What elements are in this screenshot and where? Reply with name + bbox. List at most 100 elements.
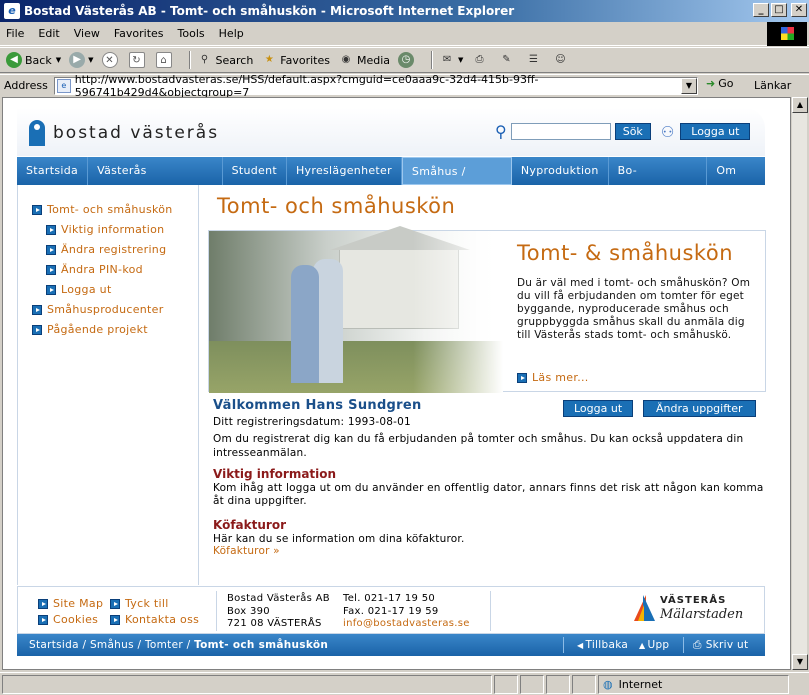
status-text: [2, 674, 492, 694]
sidebar-item-viktig-information[interactable]: Viktig information: [46, 223, 164, 236]
toolbar-separator: [188, 51, 191, 69]
browser-viewport: bostad västerås ⚲ Sök ⚇ Logga ut Startsi…: [2, 97, 791, 670]
breadcrumb[interactable]: Startsida / Småhus / Tomter / Tomt- och …: [29, 639, 328, 651]
nav-student[interactable]: Student: [223, 157, 287, 185]
history-icon: ◷: [398, 52, 415, 68]
footer-cookies-link[interactable]: Cookies: [38, 613, 98, 626]
scroll-up-icon[interactable]: ▲: [792, 97, 808, 113]
forward-button[interactable]: ▶ ▼: [69, 52, 94, 68]
zone-label: Internet: [618, 677, 663, 691]
invoice-link[interactable]: Köfakturor »: [213, 545, 280, 557]
sidebar-item-pagaende-projekt[interactable]: Pågående projekt: [32, 323, 148, 336]
favorites-button[interactable]: ★ Favorites: [261, 52, 330, 68]
search-icon: ⚲: [200, 54, 209, 65]
nav-om-oss[interactable]: Om oss: [707, 157, 765, 205]
footer-contact-link[interactable]: Kontakta oss: [110, 613, 199, 626]
logout-button[interactable]: Logga ut: [563, 400, 634, 417]
sidebar-item-smahusproducenter[interactable]: Småhusproducenter: [32, 303, 164, 316]
address-input[interactable]: e http://www.bostadvasteras.se/HSS/defau…: [54, 73, 698, 99]
nav-vasteras-malarstaden[interactable]: Västerås Mälarstaden: [88, 157, 223, 205]
breadcrumb-bar: Startsida / Småhus / Tomter / Tomt- och …: [17, 634, 765, 656]
scroll-down-icon[interactable]: ▼: [792, 654, 808, 670]
print-link[interactable]: ⎙ Skriv ut: [693, 634, 748, 656]
footer-site-map-link[interactable]: Site Map: [38, 597, 103, 610]
menu-edit[interactable]: Edit: [38, 27, 59, 40]
main-navigation: Startsida Västerås Mälarstaden Student H…: [17, 157, 765, 206]
back-link[interactable]: ◀ Tillbaka: [577, 634, 628, 656]
people-icon[interactable]: ⚇: [661, 123, 674, 141]
registration-text: Om du registrerat dig kan du få erbjudan…: [213, 433, 744, 459]
stop-button[interactable]: ✕: [101, 52, 121, 68]
nav-startsida[interactable]: Startsida: [17, 157, 89, 185]
person-shape: [291, 265, 319, 383]
history-button[interactable]: ◷: [398, 52, 417, 68]
sidebar-item-andra-pin-kod[interactable]: Ändra PIN-kod: [46, 263, 143, 276]
media-button[interactable]: ◉ Media: [338, 52, 390, 68]
discuss-button[interactable]: ☰: [525, 52, 544, 68]
maximize-button[interactable]: □: [771, 3, 787, 17]
back-button[interactable]: ◀ Back ▼: [6, 52, 61, 68]
status-cell: [546, 674, 570, 694]
nav-smahus-tomter[interactable]: Småhus / Tomter: [401, 157, 512, 206]
footer-email-link[interactable]: info@bostadvasteras.se: [343, 618, 470, 631]
breadcrumb-path[interactable]: Startsida / Småhus / Tomter /: [29, 639, 194, 651]
welcome-heading: Välkommen Hans Sundgren: [213, 398, 422, 413]
refresh-button[interactable]: ↻: [128, 52, 148, 68]
minimize-button[interactable]: _: [753, 3, 769, 17]
address-dropdown-icon[interactable]: ▼: [681, 78, 697, 94]
address-bar: Address e http://www.bostadvasteras.se/H…: [0, 73, 809, 99]
status-bar: ◍ Internet: [0, 672, 809, 695]
forward-dropdown-icon[interactable]: ▼: [88, 56, 93, 64]
links-toolbar[interactable]: Länkar: [754, 79, 791, 92]
messenger-button[interactable]: ☺: [552, 52, 571, 68]
back-dropdown-icon[interactable]: ▼: [56, 56, 61, 64]
sidebar-item-tomt-och-smahuskon[interactable]: Tomt- och småhuskön: [32, 203, 173, 216]
footer-contact: Tel. 021-17 19 50 Fax. 021-17 19 59 info…: [343, 593, 470, 631]
bullet-arrow-icon: [110, 614, 120, 625]
edit-button[interactable]: ✎: [498, 52, 517, 68]
home-button[interactable]: ⌂: [155, 52, 175, 68]
magnifier-icon: ⚲: [495, 122, 507, 141]
nav-bo-information[interactable]: Bo-information: [609, 157, 708, 205]
header-logout-button[interactable]: Logga ut: [680, 123, 751, 140]
status-cell: [494, 674, 518, 694]
home-icon: ⌂: [155, 52, 172, 68]
vertical-scrollbar[interactable]: ▲ ▼: [791, 97, 808, 670]
forward-arrow-icon: ▶: [69, 52, 86, 68]
search-submit-button[interactable]: Sök: [614, 123, 651, 140]
menu-favorites[interactable]: Favorites: [114, 27, 164, 40]
site-header: bostad västerås ⚲ Sök ⚇ Logga ut: [17, 108, 765, 156]
footer-feedback-link[interactable]: Tyck till: [110, 597, 169, 610]
mail-button[interactable]: ✉ ▼: [439, 52, 464, 68]
up-link[interactable]: ▲ Upp: [639, 634, 669, 656]
menu-file[interactable]: File: [6, 27, 24, 40]
up-link-label: Upp: [647, 639, 670, 651]
bostad-logo[interactable]: bostad västerås: [29, 120, 219, 146]
window-title: Bostad Västerås AB - Tomt- och småhuskön…: [24, 4, 515, 18]
site-footer: Site Map Tyck till Cookies Kontakta oss …: [17, 586, 765, 634]
hero-banner: Tomt- & småhuskön Du är väl med i tomt- …: [208, 226, 766, 393]
read-more-link[interactable]: Läs mer...: [517, 371, 589, 384]
sidebar-item-label: Småhusproducenter: [47, 303, 164, 316]
menu-help[interactable]: Help: [219, 27, 244, 40]
site-search-input[interactable]: [510, 123, 611, 140]
change-details-button[interactable]: Ändra uppgifter: [643, 400, 756, 417]
print-button[interactable]: ⎙: [471, 52, 490, 68]
hero-text: Du är väl med i tomt- och småhuskön? Om …: [517, 277, 751, 341]
bullet-arrow-icon: [46, 284, 56, 295]
vasteras-malarstaden-logo[interactable]: VÄSTERÅS Mälarstaden: [634, 593, 754, 627]
menu-tools[interactable]: Tools: [178, 27, 205, 40]
nav-nyproduktion[interactable]: Nyproduktion: [512, 157, 609, 185]
close-button[interactable]: ✕: [791, 3, 807, 17]
footer-link-label: Site Map: [53, 597, 104, 610]
menu-view[interactable]: View: [74, 27, 100, 40]
nav-hyreslagenheter[interactable]: Hyreslägenheter: [287, 157, 402, 185]
bullet-arrow-icon: [46, 224, 56, 235]
go-button[interactable]: ➜ Go: [706, 77, 733, 90]
mail-dropdown-icon[interactable]: ▼: [458, 56, 463, 64]
page-icon: e: [57, 79, 71, 93]
search-button[interactable]: ⚲ Search: [197, 52, 253, 68]
sidebar-item-logga-ut[interactable]: Logga ut: [46, 283, 112, 296]
sidebar-item-andra-registrering[interactable]: Ändra registrering: [46, 243, 166, 256]
bullet-arrow-icon: [32, 304, 42, 315]
